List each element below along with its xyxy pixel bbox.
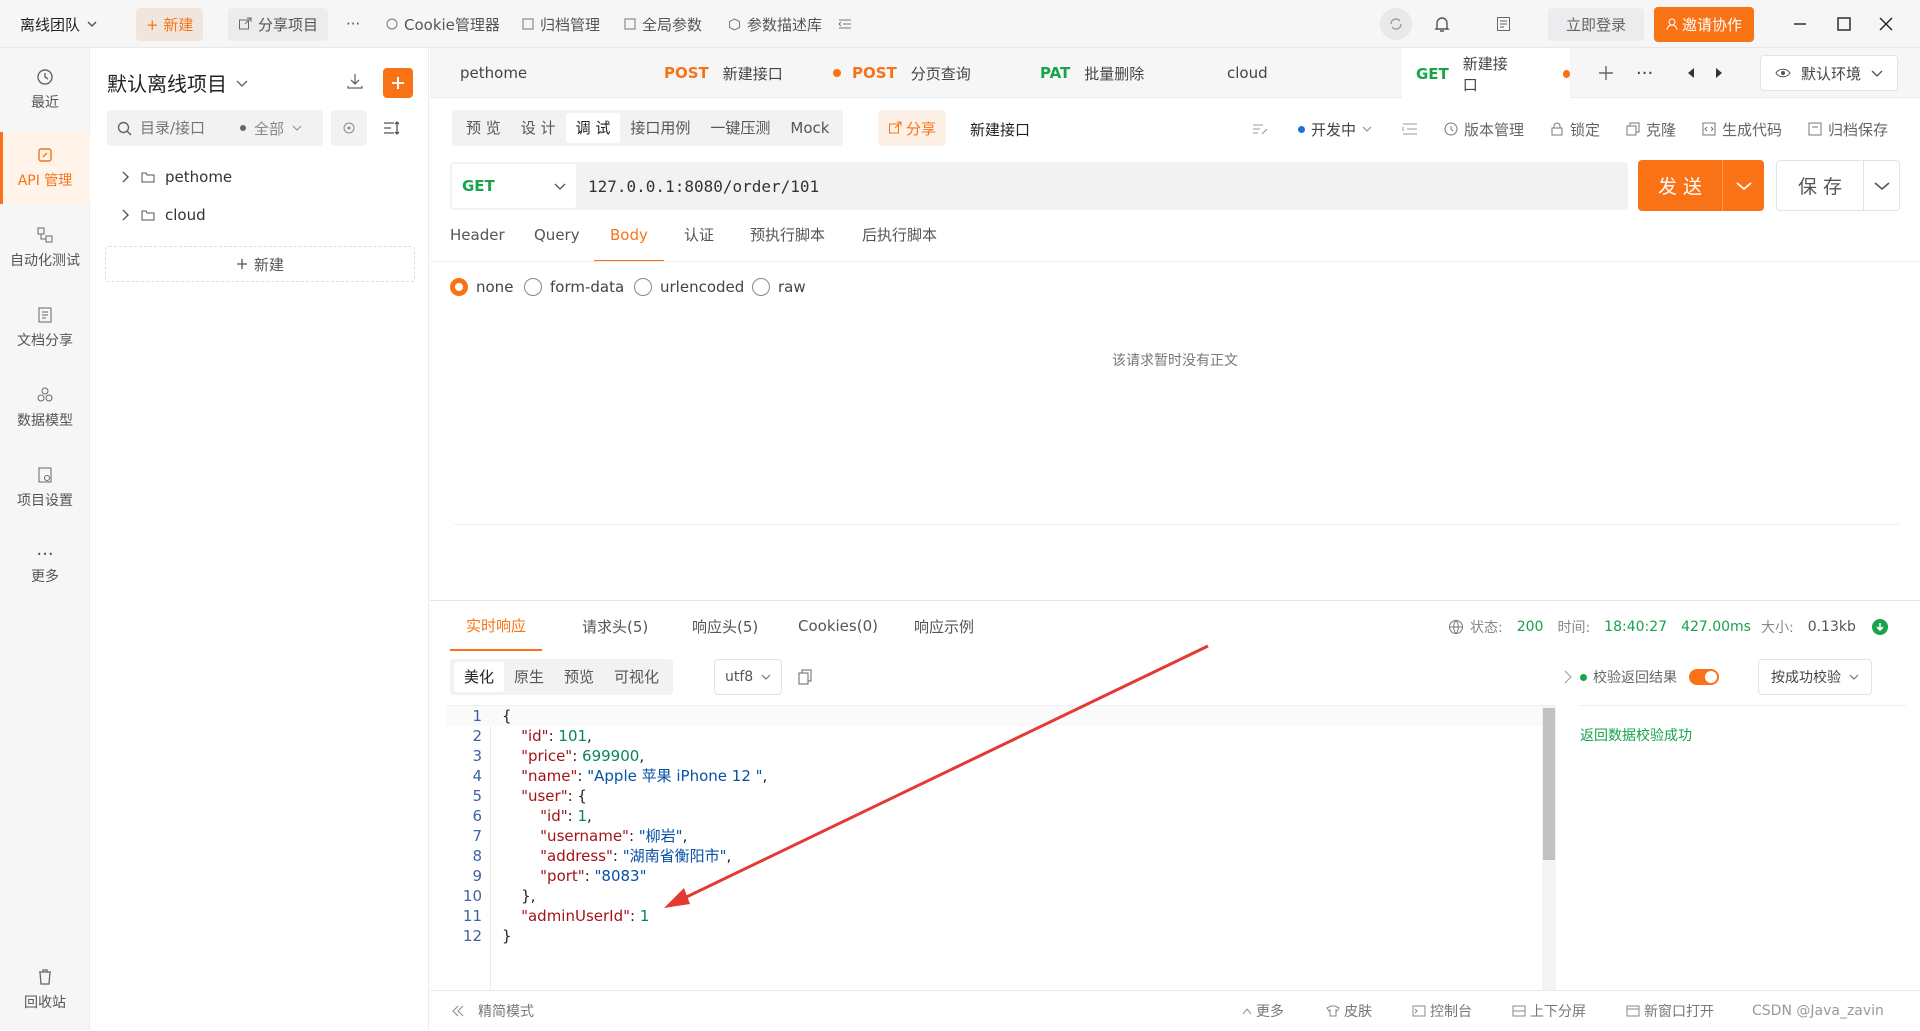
split-button[interactable]: 上下分屏: [1512, 991, 1586, 1031]
console-button[interactable]: 控制台: [1412, 991, 1472, 1031]
watermark: CSDN @Java_zavin: [1752, 1003, 1884, 1019]
simple-mode-button[interactable]: 精简模式: [452, 991, 534, 1031]
new-window-label: 新窗口打开: [1644, 1004, 1714, 1020]
more-label: 更多: [1256, 1004, 1284, 1020]
skin-label: 皮肤: [1344, 1004, 1372, 1020]
shirt-icon: [1326, 1005, 1340, 1017]
window-icon: [1626, 1005, 1640, 1017]
skin-button[interactable]: 皮肤: [1326, 991, 1372, 1031]
new-window-button[interactable]: 新窗口打开: [1626, 991, 1714, 1031]
split-icon: [1512, 1005, 1526, 1017]
annotation-arrow: [664, 644, 1209, 908]
console-icon: [1412, 1005, 1426, 1017]
simple-mode-label: 精简模式: [478, 1004, 534, 1020]
split-label: 上下分屏: [1530, 1004, 1586, 1020]
footer-bar: 精简模式 更多 皮肤 控制台 上下分屏 新窗口打开 CSDN @Java_zav…: [430, 990, 1920, 1030]
console-label: 控制台: [1430, 1004, 1472, 1020]
more-button[interactable]: 更多: [1242, 991, 1284, 1031]
chevron-up-icon: [1242, 1007, 1252, 1015]
collapse-left-icon: [452, 1005, 464, 1017]
